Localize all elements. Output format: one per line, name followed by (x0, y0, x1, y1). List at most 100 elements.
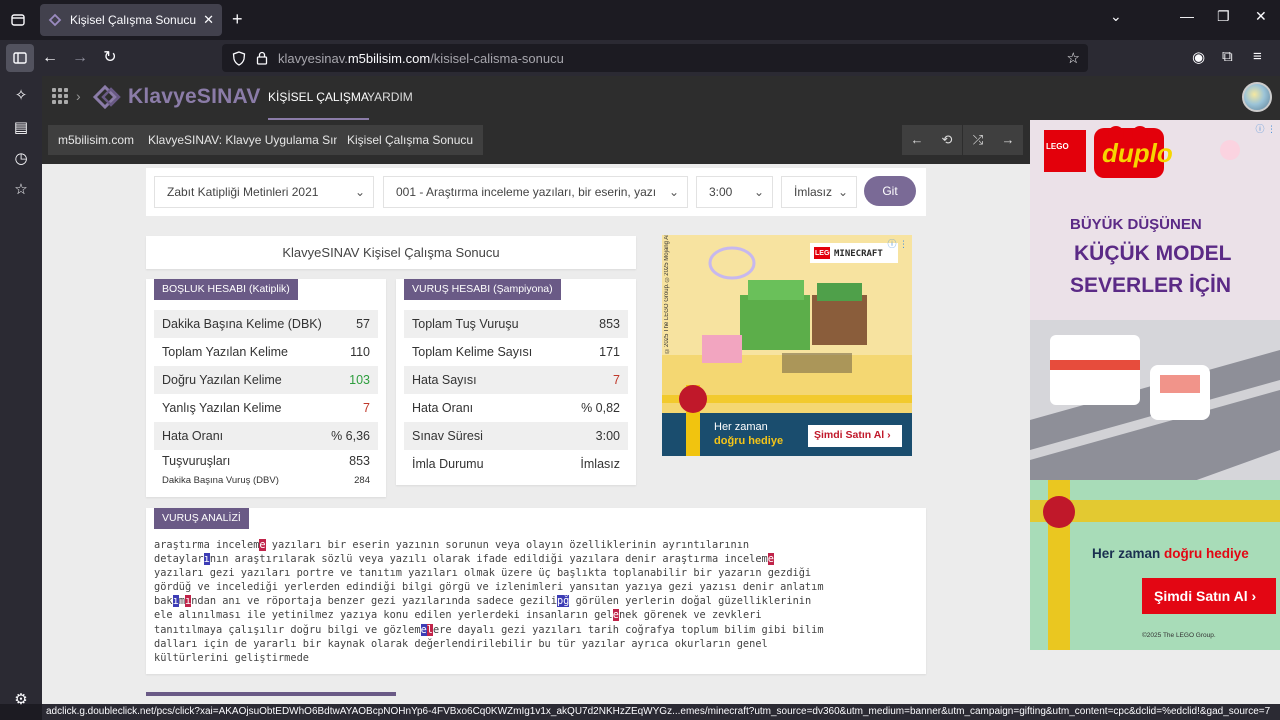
ad-tagline-2: doğru hediye (714, 435, 784, 447)
vurus-panel: VURUŞ HESABI (Şampiyona) Toplam Tuş Vuru… (396, 279, 636, 485)
ad-cta-button[interactable]: Şimdi Satın Al › (814, 429, 891, 441)
ad-headline-2: KÜÇÜK MODEL (1074, 242, 1232, 265)
ad-banner-minecraft[interactable]: ©2025 The LEGO Group. ©2025 Mojang AB. T… (662, 235, 912, 456)
back-icon[interactable]: ← (40, 48, 60, 68)
stat-row: Tuşvuruşları 853 (162, 454, 370, 468)
chevron-down-icon: ⌄ (354, 185, 365, 199)
stat-row: Hata Oranı% 6,36 (154, 422, 378, 450)
result-title: KlavyeSINAV Kişisel Çalışma Sonucu (146, 236, 636, 269)
spelling-select[interactable]: İmlasız ⌄ (781, 176, 857, 208)
ad-legal-text: ©2025 The LEGO Group. (1142, 632, 1216, 639)
stat-row: Toplam Yazılan Kelime 110 (162, 345, 370, 359)
ad-legal-text: ©2025 The LEGO Group. ©2025 Mojang AB. T… (664, 235, 670, 353)
reload-icon[interactable]: ↻ (100, 48, 120, 68)
ad-banner-duplo[interactable]: LEGO duplo BÜYÜK DÜŞÜNEN KÜÇÜK MODEL SEV… (1030, 120, 1280, 650)
logo-mark-icon (92, 84, 121, 110)
bookmarks-icon[interactable]: ☆ (12, 180, 30, 198)
sidebar-toggle-icon[interactable] (6, 44, 34, 72)
vurus-panel-header: VURUŞ HESABI (Şampiyona) (404, 279, 561, 300)
menu-icon[interactable]: ≡ (1253, 48, 1262, 65)
browser-tab-active[interactable]: Kişisel Çalışma Sonucu | KlavyeSINAV ✕ (40, 4, 222, 36)
new-tab-icon[interactable]: + (232, 10, 243, 28)
exam-settings-row: Zabıt Katipliği Metinleri 2021 ⌄ 001 - Ar… (146, 168, 926, 216)
chevron-down-icon: ⌄ (668, 185, 679, 199)
lock-icon[interactable] (256, 51, 268, 65)
stat-row: Dakika Başına Kelime (DBK) 57 (154, 310, 378, 338)
analysis-header: VURUŞ ANALİZİ (154, 508, 249, 529)
text-set-select[interactable]: Zabıt Katipliği Metinleri 2021 ⌄ (154, 176, 374, 208)
stat-row: İmla Durumu İmlasız (412, 457, 620, 471)
ad-minecraft-art (662, 235, 912, 456)
stat-row: Yanlış Yazılan Kelime 7 (162, 401, 370, 415)
bosluk-panel-header: BOŞLUK HESABI (Katiplik) (154, 279, 298, 300)
go-button[interactable]: Git (864, 176, 916, 206)
site-logo[interactable]: KlavyeSINAV (92, 84, 261, 110)
url-text[interactable]: klavyesinav.m5bilisim.com/kisisel-calism… (278, 51, 564, 66)
chevron-right-icon: › (76, 88, 81, 104)
settings-gear-icon[interactable]: ⚙ (12, 690, 30, 708)
ad-cta-button[interactable]: Şimdi Satın Al › (1154, 588, 1256, 604)
ad-lego-logo: LEGO (1046, 142, 1069, 151)
browser-tabbar: Kişisel Çalışma Sonucu | KlavyeSINAV ✕ +… (0, 0, 1280, 40)
ad-lego-logo: LEGO (815, 250, 835, 257)
tab-overflow-chevron-icon[interactable]: ⌄ (1110, 8, 1122, 25)
bookmark-star-icon[interactable]: ☆ (1067, 49, 1080, 67)
dbv-label: Dakika Başına Vuruş (DBV) (162, 475, 279, 486)
shield-icon[interactable] (232, 50, 246, 66)
dbv-value: 284 (354, 475, 370, 486)
stat-row: Toplam Kelime Sayısı 171 (412, 345, 620, 359)
maximize-icon[interactable]: ❐ (1217, 8, 1230, 25)
synced-tabs-icon[interactable]: ▤ (12, 118, 30, 136)
chevron-down-icon: ⌄ (753, 185, 764, 199)
ad-duplo-art (1030, 120, 1280, 650)
bosluk-panel: BOŞLUK HESABI (Katiplik) Dakika Başına K… (146, 279, 386, 497)
address-bar[interactable]: klavyesinav.m5bilisim.com/kisisel-calism… (222, 44, 1088, 72)
ad-tagline-1: Her zaman (714, 421, 768, 433)
stat-row: Hata Oranı% 0,82 (412, 401, 620, 415)
stat-row: Toplam Tuş Vuruşu 853 (404, 310, 628, 338)
ad-info-icon[interactable]: ⓘ ⋮ (887, 237, 908, 250)
minimize-icon[interactable]: — (1180, 8, 1194, 24)
ad-info-icon[interactable]: ⓘ ⋮ (1255, 122, 1276, 135)
breadcrumb: m5bilisim.com KlavyeSINAV: Klavye Uygula… (42, 120, 1030, 164)
logo-text: KlavyeSINAV (128, 85, 261, 108)
breadcrumb-item[interactable]: Kişisel Çalışma Sonucu (337, 125, 484, 155)
tab-list-icon[interactable] (8, 10, 28, 30)
status-url: adclick.g.doubleclick.net/pcs/click?xai=… (42, 704, 1280, 720)
keystroke-analysis-panel: VURUŞ ANALİZİ araştırma inceleme yazılar… (146, 508, 926, 674)
page-viewport: › KlavyeSINAV KİŞİSEL ÇALIŞMA YARDIM m5b… (42, 76, 1280, 704)
browser-sidebar: ✧ ▤ ◷ ☆ ⚙ (0, 76, 42, 708)
stat-row: Doğru Yazılan Kelime 103 (154, 366, 378, 394)
next-section-header (146, 692, 396, 696)
account-icon[interactable]: ◉ (1192, 48, 1205, 66)
ad-headline-3: SEVERLER İÇİN (1070, 274, 1232, 297)
history-icon[interactable]: ◷ (12, 149, 30, 167)
apps-grid-icon[interactable] (52, 88, 68, 104)
ad-headline-1: BÜYÜK DÜŞÜNEN (1070, 216, 1202, 233)
tab-title: Kişisel Çalışma Sonucu | KlavyeSINAV (70, 13, 197, 27)
ai-sparkle-icon[interactable]: ✧ (12, 86, 30, 104)
breadcrumb-item[interactable]: m5bilisim.com (48, 125, 145, 155)
window-close-icon[interactable]: ✕ (1255, 8, 1267, 25)
tab-close-icon[interactable]: ✕ (203, 12, 214, 28)
previous-arrow-icon[interactable]: ← (902, 125, 932, 155)
breadcrumb-item[interactable]: KlavyeSINAV: Klavye Uygulama Sınavı (138, 125, 367, 155)
stat-row: Sınav Süresi 3:00 (404, 422, 628, 450)
ad-tagline: Her zaman doğru hediye (1092, 546, 1249, 561)
next-arrow-icon[interactable]: → (993, 125, 1023, 155)
klavyesinav-favicon (48, 13, 62, 27)
analysis-text: araştırma inceleme yazıları bir eserin y… (154, 539, 824, 664)
browser-navbar: ← → ↻ klavyesinav.m5bilisim.com/kisisel-… (0, 40, 1280, 76)
nav-kisisel-calisma[interactable]: KİŞİSEL ÇALIŞMA (268, 76, 369, 120)
nav-yardim[interactable]: YARDIM (367, 76, 413, 120)
extensions-icon[interactable]: ⧉ (1222, 48, 1233, 65)
ad-duplo-logo: duplo (1102, 138, 1173, 168)
forward-icon[interactable]: → (70, 48, 90, 68)
site-header: › KlavyeSINAV KİŞİSEL ÇALIŞMA YARDIM (42, 76, 1280, 120)
duration-select[interactable]: 3:00 ⌄ (696, 176, 773, 208)
chevron-down-icon: ⌄ (837, 185, 848, 199)
text-item-select[interactable]: 001 - Araştırma inceleme yazıları, bir e… (383, 176, 688, 208)
shuffle-icon[interactable]: ⤮ (963, 125, 993, 155)
user-avatar[interactable] (1242, 82, 1272, 112)
repeat-icon[interactable]: ⟲ (932, 125, 962, 155)
